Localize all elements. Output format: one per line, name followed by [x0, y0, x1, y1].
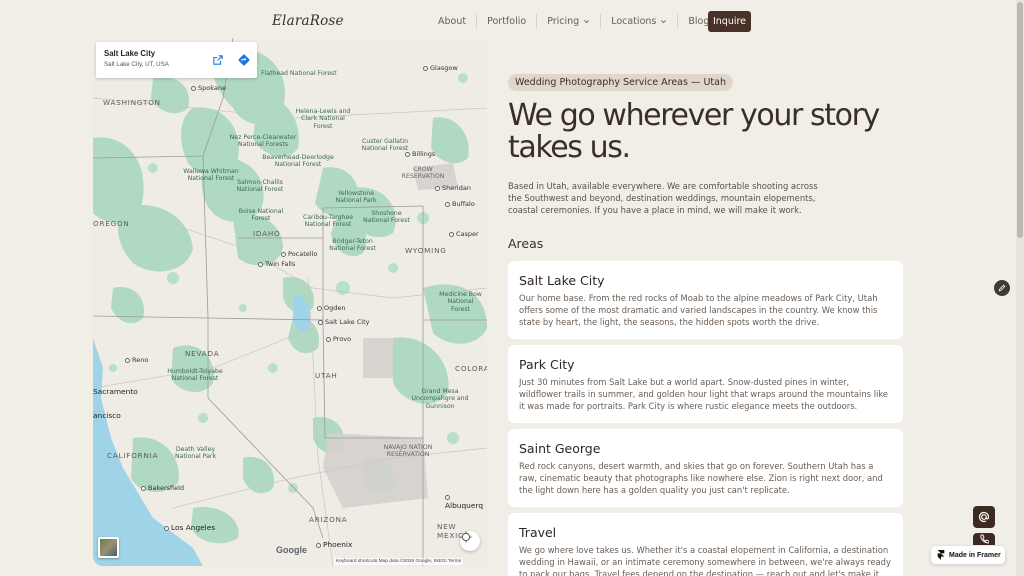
map-city: ancisco — [93, 411, 121, 420]
open-external-icon[interactable] — [213, 55, 223, 65]
crosshair-icon — [460, 531, 472, 543]
map-label: Grand Mesa Uncompahgre and Gunnison — [411, 388, 469, 410]
nav-item-label: Blog — [688, 15, 710, 27]
map-city: Provo — [326, 335, 351, 343]
map-label: Salmon-Challis National Forest — [236, 179, 284, 194]
area-card-saint-george: Saint George Red rock canyons, desert wa… — [508, 429, 903, 507]
map-city: Billings — [405, 150, 435, 158]
nav-item-portfolio[interactable]: Portfolio — [477, 14, 538, 28]
directions-icon[interactable] — [238, 54, 250, 66]
map-state: CALIFORNIA — [107, 451, 159, 460]
map-label: Humboldt-Toiyabe National Forest — [167, 368, 223, 383]
map-label: Shoshone National Forest — [363, 210, 410, 225]
map-label: Caribou-Targhee National Forest — [302, 214, 354, 229]
phone-icon — [980, 534, 989, 544]
map-state: COLORA — [455, 364, 487, 373]
area-card-text: Red rock canyons, desert warmth, and ski… — [519, 461, 883, 496]
nav-item-about[interactable]: About — [428, 14, 478, 28]
map-label: CROW RESERVATION — [401, 166, 445, 181]
map-label: Nez Perce-Clearwater National Forests — [229, 134, 297, 149]
at-sign-icon — [978, 511, 990, 523]
area-card-title: Salt Lake City — [519, 273, 605, 288]
map-city: Pocatello — [281, 250, 317, 258]
map-city: Phoenix — [316, 540, 352, 549]
map-city: Casper — [449, 230, 479, 238]
area-card-travel: Travel We go where love takes us. Whethe… — [508, 513, 903, 576]
intro-text: Based in Utah, available everywhere. We … — [508, 181, 818, 216]
map-city: Albuquerq — [445, 492, 487, 510]
map-label: Flathead National Forest — [261, 70, 337, 77]
section-badge: Wedding Photography Service Areas — Utah — [508, 74, 734, 91]
map-label: Beaverhead-Deerlodge National Forest — [262, 154, 334, 169]
map-state: OREGON — [93, 219, 130, 228]
area-card-title: Park City — [519, 357, 575, 372]
made-in-framer-badge[interactable]: Made in Framer — [931, 546, 1005, 564]
framer-logo-icon — [937, 550, 945, 560]
map-label: Medicine Bow National Forest — [439, 291, 482, 313]
map-state: WYOMING — [405, 246, 447, 255]
map-city: Los Angeles — [164, 523, 215, 532]
inquire-button[interactable]: Inquire — [708, 11, 751, 32]
made-in-framer-label: Made in Framer — [949, 551, 1001, 559]
page-title: We go wherever your story takes us. — [508, 98, 880, 165]
map-city: Sacramento — [93, 387, 138, 396]
nav-item-label: About — [438, 15, 467, 27]
area-card-salt-lake-city: Salt Lake City Our home base. From the r… — [508, 261, 903, 339]
area-card-text: Just 30 minutes from Salt Lake but a wor… — [519, 377, 889, 412]
map-label: Bridger-Teton National Forest — [329, 238, 376, 253]
map-city: Sheridan — [435, 184, 471, 192]
map-state: UTAH — [315, 371, 338, 380]
map-city: Buffalo — [445, 200, 475, 208]
pencil-icon — [998, 284, 1006, 292]
map-label: NAVAJO NATION RESERVATION — [383, 444, 433, 459]
email-button[interactable] — [973, 506, 995, 528]
map-city-salt-lake: Salt Lake City — [318, 318, 369, 326]
map-place-subtitle: Salt Lake City, UT, USA — [104, 61, 169, 68]
nav-item-pricing[interactable]: Pricing — [537, 14, 602, 28]
map-layer-thumbnail[interactable] — [98, 537, 119, 558]
scrollbar-thumb[interactable] — [1017, 2, 1023, 238]
map-place-title: Salt Lake City — [104, 49, 156, 58]
phone-button[interactable] — [973, 533, 995, 545]
map-city: Twin Falls — [258, 260, 295, 268]
map-label: Helena-Lewis and Clark National Forest — [295, 108, 351, 130]
nav-item-label: Pricing — [547, 15, 580, 27]
page-scrollbar[interactable] — [1016, 0, 1024, 576]
site-logo[interactable]: ElaraRose — [272, 13, 344, 29]
nav-item-label: Locations — [611, 15, 657, 27]
map-city: Ogden — [317, 304, 346, 312]
map-state: ARIZONA — [309, 515, 348, 524]
google-logo-text: Google — [276, 545, 307, 555]
map-state: IDAHO — [253, 229, 281, 238]
area-card-title: Travel — [519, 525, 557, 540]
chevron-down-icon — [661, 19, 667, 23]
chevron-down-icon — [584, 19, 590, 23]
area-card-text: We go where love takes us. Whether it's … — [519, 545, 891, 576]
edit-button[interactable] — [994, 280, 1010, 296]
map-city: Spokane — [191, 84, 226, 92]
nav-item-label: Portfolio — [487, 15, 527, 27]
map-city: Glasgow — [423, 64, 458, 72]
areas-heading: Areas — [508, 236, 544, 251]
map-label: Boise National Forest — [238, 208, 284, 223]
embedded-map[interactable]: Flathead National Forest Helena-Lewis an… — [93, 38, 487, 566]
map-place-card: Salt Lake City Salt Lake City, UT, USA — [96, 42, 257, 78]
map-city: Reno — [125, 356, 148, 364]
map-label: Death Valley National Park — [174, 446, 217, 461]
google-logo: Google — [276, 545, 307, 555]
map-attribution[interactable]: Keyboard shortcuts Map data ©2026 Google… — [334, 558, 464, 565]
area-card-title: Saint George — [519, 441, 601, 456]
area-card-park-city: Park City Just 30 minutes from Salt Lake… — [508, 345, 903, 423]
nav-item-locations[interactable]: Locations — [601, 14, 679, 28]
area-card-text: Our home base. From the red rocks of Moa… — [519, 293, 878, 328]
my-location-button[interactable] — [460, 531, 480, 551]
nav-menu: About Portfolio Pricing Locations Blog — [428, 14, 719, 28]
map-state: WASHINGTON — [103, 98, 161, 107]
map-label: Yellowstone National Park — [335, 190, 377, 205]
map-city: Bakersfield — [141, 484, 184, 492]
map-state: NEVADA — [185, 349, 220, 358]
